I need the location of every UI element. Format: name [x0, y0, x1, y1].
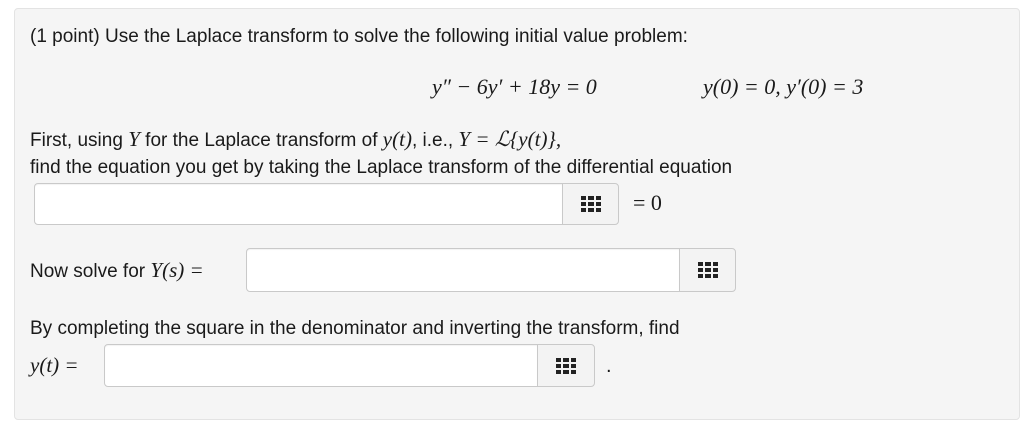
equation-palette-grid-icon [556, 357, 576, 374]
problem-intro: (1 point) Use the Laplace transform to s… [30, 26, 688, 47]
step3-instruction: By completing the square in the denomina… [30, 318, 680, 339]
laplace-equation-input-field[interactable] [34, 183, 563, 225]
initial-conditions: y(0) = 0, y′(0) = 3 [703, 74, 864, 99]
differential-equation: y″ − 6y′ + 18y = 0 [432, 74, 597, 99]
laplace-equation-input[interactable] [35, 184, 562, 224]
equation-palette-button-1[interactable] [562, 183, 619, 225]
step3-period: . [606, 355, 612, 377]
Y-of-s-input-field[interactable] [246, 248, 680, 292]
step2-label: Now solve for Y(s) = [30, 258, 204, 282]
step3-label: y(t) = [30, 353, 79, 377]
equation-palette-button-2[interactable] [679, 248, 736, 292]
equation-palette-grid-icon [580, 196, 601, 212]
Y-of-s-input[interactable] [247, 249, 679, 291]
y-of-t-input[interactable] [105, 345, 537, 386]
step1-instruction-line1: First, using Y for the Laplace transform… [30, 127, 562, 151]
equals-zero-label: = 0 [633, 190, 662, 215]
equation-palette-button-3[interactable] [537, 344, 595, 387]
y-of-t-input-field[interactable] [104, 344, 538, 387]
equation-palette-grid-icon [697, 262, 718, 278]
step1-instruction-line2: find the equation you get by taking the … [30, 157, 733, 178]
